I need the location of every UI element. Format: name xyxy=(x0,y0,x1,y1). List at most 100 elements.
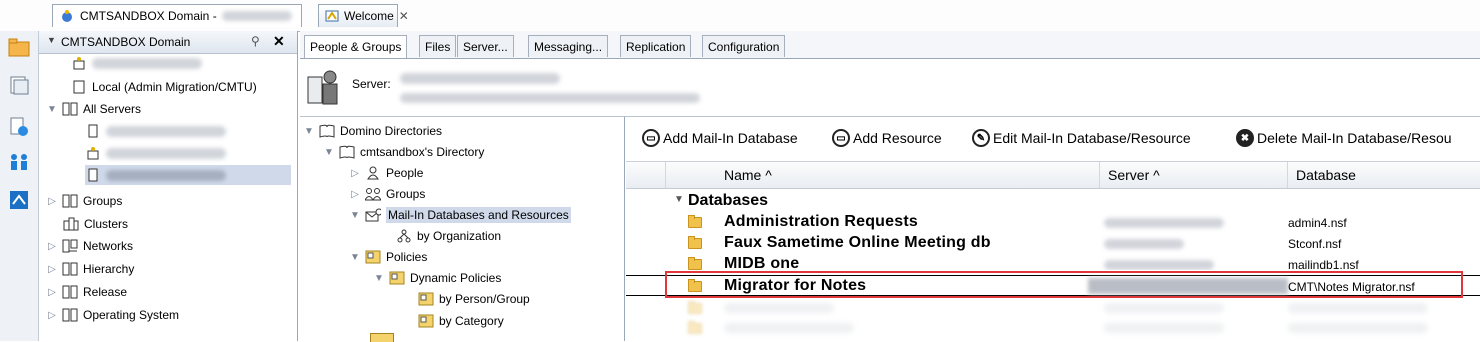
expand-arrow-icon[interactable]: ▷ xyxy=(47,241,57,252)
policy-icon xyxy=(418,291,434,307)
tree-label: People xyxy=(386,166,424,180)
redacted-text xyxy=(724,323,854,333)
tree-label: Operating System xyxy=(83,308,180,322)
tree-item-server-3-selected[interactable] xyxy=(85,165,291,185)
tab-configuration[interactable]: Configuration xyxy=(702,35,786,57)
category-row[interactable]: ▼ Databases xyxy=(626,191,1480,212)
tree-item-release[interactable]: ▷ Release xyxy=(47,282,127,302)
redacted-text xyxy=(1288,303,1428,313)
table-row[interactable]: Faux Sametime Online Meeting db Stconf.n… xyxy=(626,233,1480,254)
table-row[interactable]: Administration Requests admin4.nsf xyxy=(626,212,1480,233)
tree-item-server-2[interactable] xyxy=(85,143,226,163)
tree-item-groups[interactable]: ▷ Groups xyxy=(47,191,122,211)
admin-icon[interactable] xyxy=(7,188,31,212)
pin-icon[interactable]: ⚲ xyxy=(251,34,260,48)
folder-icon xyxy=(688,301,702,314)
server-group-icon xyxy=(62,193,78,209)
expand-arrow-icon[interactable]: ▼ xyxy=(374,273,384,284)
nav-directory[interactable]: ▼ cmtsandbox's Directory xyxy=(324,142,484,162)
tab-server[interactable]: Server... xyxy=(457,35,514,57)
nav-mail-in-databases[interactable]: ▼ Mail-In Databases and Resources xyxy=(350,205,571,225)
server-people-icon xyxy=(306,67,342,110)
redacted-text xyxy=(1104,303,1224,313)
highlight-box xyxy=(665,271,1463,298)
expand-arrow-icon[interactable]: ▷ xyxy=(47,287,57,298)
table-row[interactable] xyxy=(626,298,1480,319)
tree-item-all-servers[interactable]: ▼ All Servers xyxy=(47,99,141,119)
tree-label: All Servers xyxy=(83,102,142,116)
nav-dynamic-policies[interactable]: ▼ Dynamic Policies xyxy=(374,268,501,288)
nav-by-organization[interactable]: by Organization xyxy=(396,226,501,246)
column-name[interactable]: Name ^ xyxy=(666,162,1100,188)
redacted-server xyxy=(1104,239,1184,249)
expand-arrow-icon[interactable]: ▼ xyxy=(324,147,334,158)
redacted-text xyxy=(400,73,560,84)
tab-files[interactable]: Files xyxy=(419,35,457,57)
folder-icon[interactable] xyxy=(7,35,31,59)
tree-item-server-current[interactable] xyxy=(71,53,202,73)
tree-label: cmtsandbox's Directory xyxy=(360,145,485,159)
redacted-server xyxy=(1104,218,1224,228)
nav-by-category[interactable]: by Category xyxy=(418,311,504,331)
column-server[interactable]: Server ^ xyxy=(1100,162,1288,188)
expand-arrow-icon[interactable]: ▼ xyxy=(350,210,360,221)
tree-item-clusters[interactable]: Clusters xyxy=(63,214,128,234)
server-key-icon xyxy=(71,55,87,71)
person-icon xyxy=(365,165,381,181)
tree-item-networks[interactable]: ▷ Networks xyxy=(47,236,133,256)
policy-icon xyxy=(389,270,405,286)
tree-item-hierarchy[interactable]: ▷ Hierarchy xyxy=(47,259,134,279)
tab-label: People & Groups xyxy=(310,40,402,54)
row-database: Stconf.nsf xyxy=(1288,237,1342,251)
chevron-down-icon[interactable]: ▼ xyxy=(47,35,56,45)
add-mail-in-database-button[interactable]: ▭ Add Mail-In Database xyxy=(642,129,798,147)
panel-title: CMTSANDBOX Domain xyxy=(61,35,191,49)
column-selector[interactable] xyxy=(626,162,666,188)
action-label: Delete Mail-In Database/Resou xyxy=(1257,130,1452,146)
table-row[interactable] xyxy=(626,318,1480,339)
expand-arrow-icon[interactable]: ▷ xyxy=(350,189,360,200)
expand-arrow-icon[interactable]: ▼ xyxy=(47,104,57,115)
replicator-icon[interactable] xyxy=(7,73,31,97)
mail-in-icon xyxy=(365,207,381,223)
table-row[interactable]: MIDB one mailindb1.nsf xyxy=(626,254,1480,270)
document-globe-icon[interactable] xyxy=(7,115,31,139)
expand-arrow-icon[interactable]: ▼ xyxy=(350,252,360,263)
edit-mail-in-button[interactable]: ✎ Edit Mail-In Database/Resource xyxy=(972,129,1191,147)
expand-arrow-icon[interactable]: ▷ xyxy=(47,196,57,207)
server-icon xyxy=(71,79,87,95)
people-icon[interactable] xyxy=(7,150,31,174)
nav-people[interactable]: ▷ People xyxy=(350,163,423,183)
tab-people-groups[interactable]: People & Groups xyxy=(304,35,408,58)
tree-item-operating-system[interactable]: ▷ Operating System xyxy=(47,305,179,325)
expand-arrow-icon[interactable]: ▼ xyxy=(674,194,684,205)
nav-policies[interactable]: ▼ Policies xyxy=(350,247,427,267)
nav-groups[interactable]: ▷ Groups xyxy=(350,184,425,204)
category-label: Databases xyxy=(688,192,769,209)
document-tab-strip: CMTSANDBOX Domain - Welcome ✕ xyxy=(0,0,1480,32)
nav-by-person-group[interactable]: by Person/Group xyxy=(418,289,530,309)
tree-label: Local (Admin Migration/CMTU) xyxy=(92,80,257,94)
expand-arrow-icon[interactable]: ▷ xyxy=(350,168,360,179)
expand-arrow-icon[interactable]: ▷ xyxy=(47,264,57,275)
expand-arrow-icon[interactable]: ▼ xyxy=(304,126,314,137)
add-resource-button[interactable]: ▭ Add Resource xyxy=(832,129,942,147)
expand-arrow-icon[interactable]: ▷ xyxy=(47,310,57,321)
close-icon[interactable]: ✕ xyxy=(399,9,409,23)
redacted-text xyxy=(221,11,292,21)
add-database-icon: ▭ xyxy=(642,129,660,147)
tab-messaging[interactable]: Messaging... xyxy=(528,35,609,57)
nav-domino-directories[interactable]: ▼ Domino Directories xyxy=(304,121,442,141)
tree-label: Networks xyxy=(83,239,134,253)
server-group-icon xyxy=(62,261,78,277)
tab-cmtsandbox-domain[interactable]: CMTSANDBOX Domain - xyxy=(52,4,302,27)
row-name: MIDB one xyxy=(724,255,800,270)
tab-welcome[interactable]: Welcome ✕ xyxy=(318,4,409,27)
column-database[interactable]: Database xyxy=(1288,162,1480,188)
tab-replication[interactable]: Replication xyxy=(620,35,692,57)
delete-mail-in-button[interactable]: ✖ Delete Mail-In Database/Resou xyxy=(1236,129,1452,147)
tree-item-server-1[interactable] xyxy=(85,121,226,141)
close-icon[interactable]: ✕ xyxy=(273,33,285,50)
redacted-text xyxy=(92,57,202,69)
tree-item-local[interactable]: Local (Admin Migration/CMTU) xyxy=(71,77,257,97)
